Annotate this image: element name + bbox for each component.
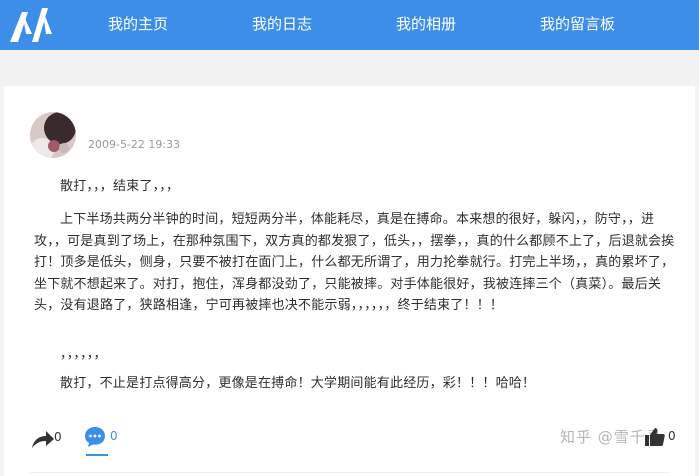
avatar-image — [30, 112, 76, 158]
like-count: 0 — [668, 429, 676, 443]
header-spacer — [0, 50, 699, 86]
nav-my-blog[interactable]: 我的日志 — [252, 13, 312, 35]
nav-my-homepage[interactable]: 我的主页 — [108, 13, 168, 35]
comment-count: 0 — [110, 429, 118, 443]
nav-my-album[interactable]: 我的相册 — [396, 13, 456, 35]
comment-active-indicator — [86, 454, 108, 456]
share-count: 0 — [54, 430, 62, 444]
post-paragraph-4: 散打，不止是打点得高分，更像是在搏命！大学期间能有此经历，彩！！！哈哈！ — [60, 376, 536, 391]
comment-icon[interactable] — [84, 426, 106, 448]
avatar[interactable] — [30, 112, 76, 158]
thumbs-up-icon[interactable] — [644, 426, 666, 448]
site-logo-icon[interactable] — [6, 4, 54, 44]
share-icon[interactable] — [30, 428, 56, 450]
post-paragraph-2: 上下半场共两分半钟的时间，短短两分半，体能耗尽，真是在搏命。本来想的很好，躲闪，… — [34, 212, 675, 313]
top-navbar: 我的主页 我的日志 我的相册 我的留言板 — [0, 0, 699, 50]
post-paragraph-3: ，，，，，， — [60, 347, 107, 362]
post-timestamp: 2009-5-22 19:33 — [88, 138, 181, 151]
nav-my-guestbook[interactable]: 我的留言板 — [540, 13, 615, 35]
post-paragraph-1: 散打，，，结束了，，， — [60, 179, 180, 194]
blog-post-card: 2009-5-22 19:33 散打，，，结束了，，， 上下半场共两分半钟的时间… — [4, 86, 695, 476]
divider — [30, 472, 670, 473]
